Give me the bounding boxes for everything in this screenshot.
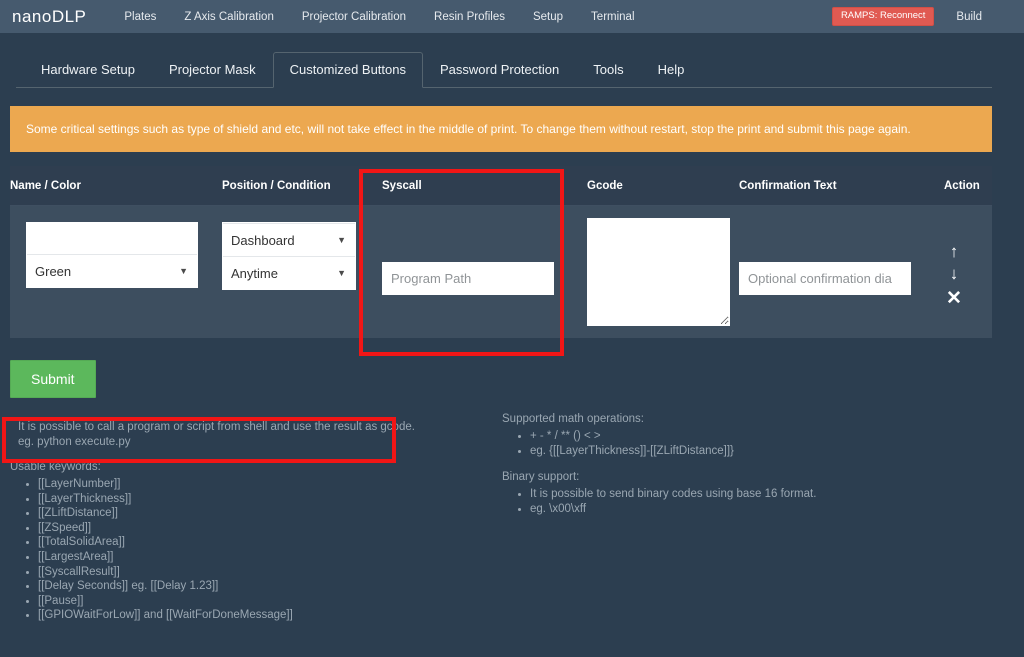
column-header-gcode: Gcode: [587, 180, 623, 192]
position-condition-group: Dashboard ▼ Anytime ▼: [222, 222, 356, 290]
column-header-position-condition: Position / Condition: [222, 180, 331, 192]
help-left-column: It is possible to call a program or scri…: [0, 412, 500, 623]
submit-button[interactable]: Submit: [10, 360, 96, 398]
help-spacer: [502, 458, 1024, 470]
cell-confirmation-text: [739, 206, 944, 338]
row-action-buttons: ↑ ↓ ✕: [944, 206, 992, 308]
tab-customized-buttons[interactable]: Customized Buttons: [272, 52, 423, 88]
cell-action: ↑ ↓ ✕: [944, 206, 992, 338]
tab-bar-wrapper: Hardware Setup Projector Mask Customized…: [0, 33, 1024, 88]
top-nav-links: Plates Z Axis Calibration Projector Cali…: [110, 5, 648, 29]
delete-row-icon[interactable]: ✕: [944, 289, 964, 308]
list-item: [[ZLiftDistance]]: [38, 506, 500, 521]
nav-item-plates[interactable]: Plates: [110, 5, 170, 29]
list-item: [[Pause]]: [38, 594, 500, 609]
tab-help[interactable]: Help: [641, 52, 702, 88]
warning-banner: Some critical settings such as type of s…: [10, 106, 992, 152]
nav-item-z-axis-calibration[interactable]: Z Axis Calibration: [170, 5, 287, 29]
math-operations-title: Supported math operations:: [502, 413, 644, 425]
button-color-select-wrapper: Green ▼: [27, 254, 197, 287]
top-navigation-bar: nanoDLP Plates Z Axis Calibration Projec…: [0, 0, 1024, 33]
move-up-icon[interactable]: ↑: [944, 242, 964, 261]
button-color-select[interactable]: Green: [27, 254, 197, 287]
column-header-confirmation-text: Confirmation Text: [739, 180, 837, 192]
condition-select[interactable]: Anytime: [223, 256, 355, 289]
tab-projector-mask[interactable]: Projector Mask: [152, 52, 273, 88]
confirmation-text-input[interactable]: [739, 262, 911, 295]
binary-support-title: Binary support:: [502, 471, 580, 484]
usable-keywords-title: Usable keywords:: [10, 461, 101, 473]
list-item: eg. \x00\xff: [530, 502, 1024, 517]
nav-item-build[interactable]: Build: [946, 5, 992, 29]
nav-item-projector-calibration[interactable]: Projector Calibration: [288, 5, 420, 29]
cell-name-color: Green ▼: [10, 206, 222, 338]
list-item: [[SyscallResult]]: [38, 565, 500, 580]
list-item: [[LayerNumber]]: [38, 477, 500, 492]
status-badge-ramps[interactable]: RAMPS: Reconnect: [831, 7, 935, 26]
position-select-wrapper: Dashboard ▼: [223, 223, 355, 256]
list-item: It is possible to send binary codes usin…: [530, 487, 1024, 502]
top-nav-right-group: RAMPS: Reconnect Build: [831, 5, 1012, 29]
nav-item-terminal[interactable]: Terminal: [577, 5, 648, 29]
binary-support-list: It is possible to send binary codes usin…: [502, 487, 1024, 516]
help-right-column: Supported math operations: + - * / ** ()…: [500, 412, 1024, 623]
syscall-program-path-input[interactable]: [382, 262, 554, 295]
list-item: eg. {[[LayerThickness]]-[[ZLiftDistance]…: [530, 444, 1024, 459]
app-logo[interactable]: nanoDLP: [12, 7, 86, 27]
list-item: [[GPIOWaitForLow]] and [[WaitForDoneMess…: [38, 608, 500, 623]
syscall-note-line-1: It is possible to call a program or scri…: [18, 421, 415, 433]
tab-hardware-setup[interactable]: Hardware Setup: [24, 52, 152, 88]
condition-select-wrapper: Anytime ▼: [223, 256, 355, 289]
gcode-textarea[interactable]: [587, 218, 730, 326]
help-text-area: It is possible to call a program or scri…: [0, 412, 1024, 623]
list-item: [[ZSpeed]]: [38, 521, 500, 536]
list-item: [[TotalSolidArea]]: [38, 535, 500, 550]
list-item: [[Delay Seconds]] eg. [[Delay 1.23]]: [38, 579, 500, 594]
tab-bar: Hardware Setup Projector Mask Customized…: [16, 52, 992, 88]
name-color-group: Green ▼: [26, 222, 198, 288]
column-header-action: Action: [944, 180, 980, 192]
list-item: [[LayerThickness]]: [38, 492, 500, 507]
tab-password-protection[interactable]: Password Protection: [423, 52, 576, 88]
button-name-input[interactable]: [27, 223, 197, 254]
cell-syscall: [382, 206, 587, 338]
nav-item-setup[interactable]: Setup: [519, 5, 577, 29]
list-item: [[LargestArea]]: [38, 550, 500, 565]
column-header-syscall: Syscall: [382, 180, 422, 192]
column-header-name-color: Name / Color: [10, 180, 81, 192]
position-select[interactable]: Dashboard: [223, 223, 355, 256]
customized-buttons-table: Name / Color Position / Condition Syscal…: [10, 166, 992, 338]
move-down-icon[interactable]: ↓: [944, 264, 964, 283]
syscall-note-line-2: eg. python execute.py: [18, 436, 131, 448]
list-item: + - * / ** () < >: [530, 429, 1024, 444]
cell-gcode: [587, 206, 739, 338]
nav-item-resin-profiles[interactable]: Resin Profiles: [420, 5, 519, 29]
usable-keywords-list: [[LayerNumber]] [[LayerThickness]] [[ZLi…: [10, 477, 500, 623]
table-row: Green ▼ Dashboard ▼ Anytime ▼ Program Pa…: [10, 206, 992, 338]
cell-position-condition: Dashboard ▼ Anytime ▼: [222, 206, 382, 338]
tab-tools[interactable]: Tools: [576, 52, 640, 88]
syscall-note: It is possible to call a program or scri…: [10, 412, 500, 458]
table-header-row: Name / Color Position / Condition Syscal…: [10, 166, 992, 206]
math-operations-list: + - * / ** () < > eg. {[[LayerThickness]…: [502, 429, 1024, 458]
